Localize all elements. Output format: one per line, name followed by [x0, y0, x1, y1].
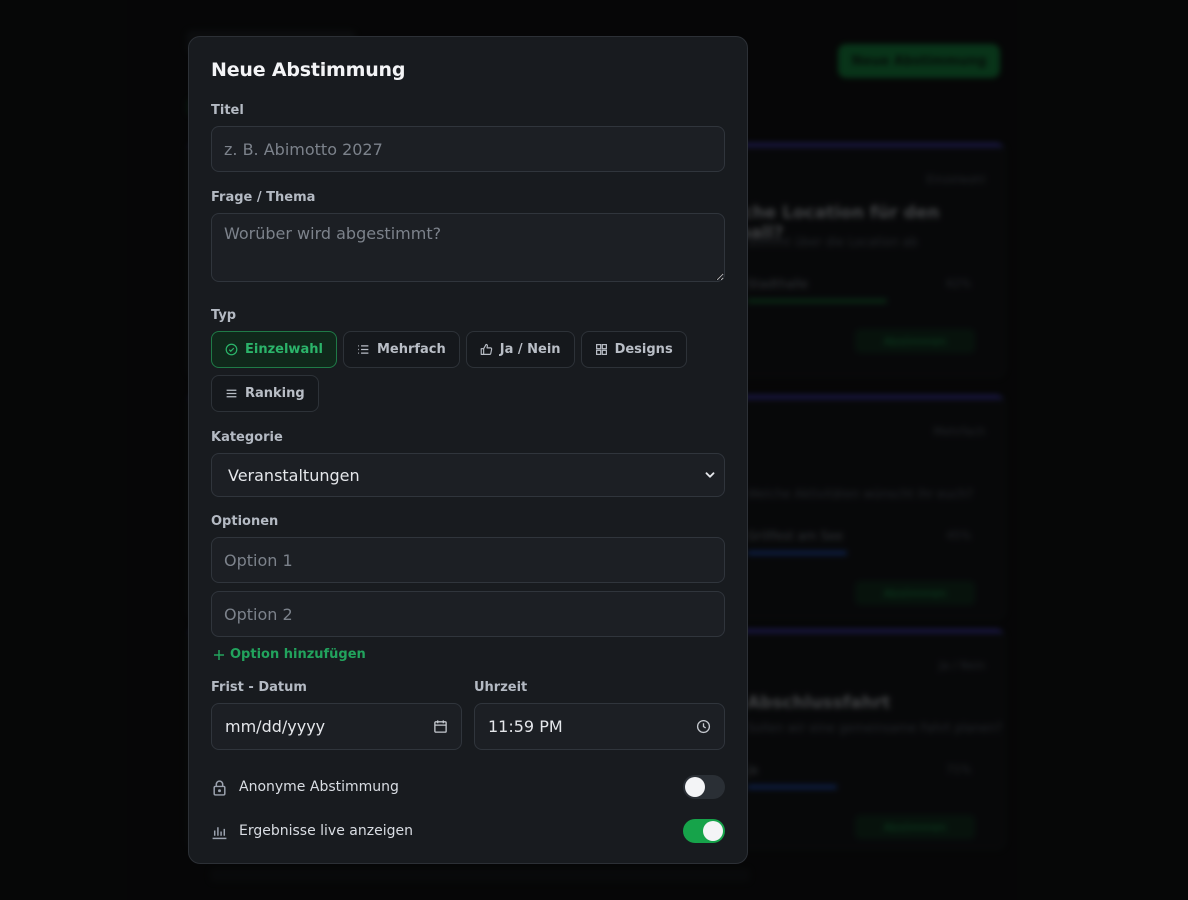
type-option-label: Ranking [245, 386, 305, 401]
category-label: Kategorie [211, 430, 283, 445]
type-option-ranking[interactable]: Ranking [211, 375, 319, 412]
add-option-button[interactable]: Option hinzufügen [211, 647, 725, 662]
thumbs-up-icon [480, 343, 492, 355]
live-results-toggle[interactable] [683, 819, 725, 843]
live-results-label: Ergebnisse live anzeigen [239, 823, 413, 839]
calendar-icon [434, 720, 447, 733]
option-input-1[interactable] [211, 537, 725, 583]
type-selector: Einzelwahl Mehrfach Ja / Nein Designs Ra… [211, 331, 725, 412]
type-option-mehrfach[interactable]: Mehrfach [342, 331, 460, 368]
type-option-label: Designs [614, 342, 673, 357]
anonymous-toggle[interactable] [683, 775, 725, 799]
toggle-row-anonymous: Anonyme Abstimmung [211, 775, 725, 799]
grid-icon [595, 344, 607, 355]
add-option-label: Option hinzufügen [230, 647, 366, 662]
plus-icon [214, 649, 224, 660]
chevron-down-icon [705, 472, 715, 478]
type-option-label: Ja / Nein [499, 342, 561, 357]
anonymous-label: Anonyme Abstimmung [239, 779, 399, 795]
toggle-knob [685, 777, 705, 797]
type-option-label: Mehrfach [376, 342, 446, 357]
type-option-ja-nein[interactable]: Ja / Nein [465, 331, 575, 368]
type-option-einzelwahl[interactable]: Einzelwahl [211, 331, 337, 368]
toggle-row-live-results: Ergebnisse live anzeigen [211, 819, 725, 843]
lock-icon [213, 779, 226, 796]
option-input-2[interactable] [211, 591, 725, 637]
question-textarea[interactable] [211, 213, 725, 282]
type-option-designs[interactable]: Designs [580, 331, 687, 368]
bar-chart-icon [212, 826, 227, 839]
check-circle-icon [225, 343, 238, 356]
clock-icon [696, 719, 711, 734]
modal-title: Neue Abstimmung [211, 59, 406, 81]
deadline-date-label: Frist - Datum [211, 680, 307, 695]
toggle-knob [703, 821, 723, 841]
type-label: Typ [211, 308, 237, 323]
new-poll-modal: Neue Abstimmung Titel Frage / Thema Typ … [188, 36, 748, 864]
category-select[interactable]: Veranstaltungen [211, 453, 725, 497]
options-label: Optionen [211, 514, 279, 529]
deadline-time-value: 11:59 PM [488, 717, 563, 736]
category-select-value: Veranstaltungen [211, 453, 725, 497]
deadline-time-label: Uhrzeit [474, 680, 528, 695]
title-input[interactable] [211, 126, 725, 172]
question-label: Frage / Thema [211, 190, 316, 205]
deadline-date-input[interactable]: mm/dd/yyyy [211, 703, 462, 750]
list-icon [358, 345, 369, 354]
deadline-date-value: mm/dd/yyyy [225, 717, 326, 736]
menu-icon [226, 389, 237, 398]
title-label: Titel [211, 103, 244, 118]
deadline-time-input[interactable]: 11:59 PM [474, 703, 725, 750]
type-option-label: Einzelwahl [245, 342, 323, 357]
